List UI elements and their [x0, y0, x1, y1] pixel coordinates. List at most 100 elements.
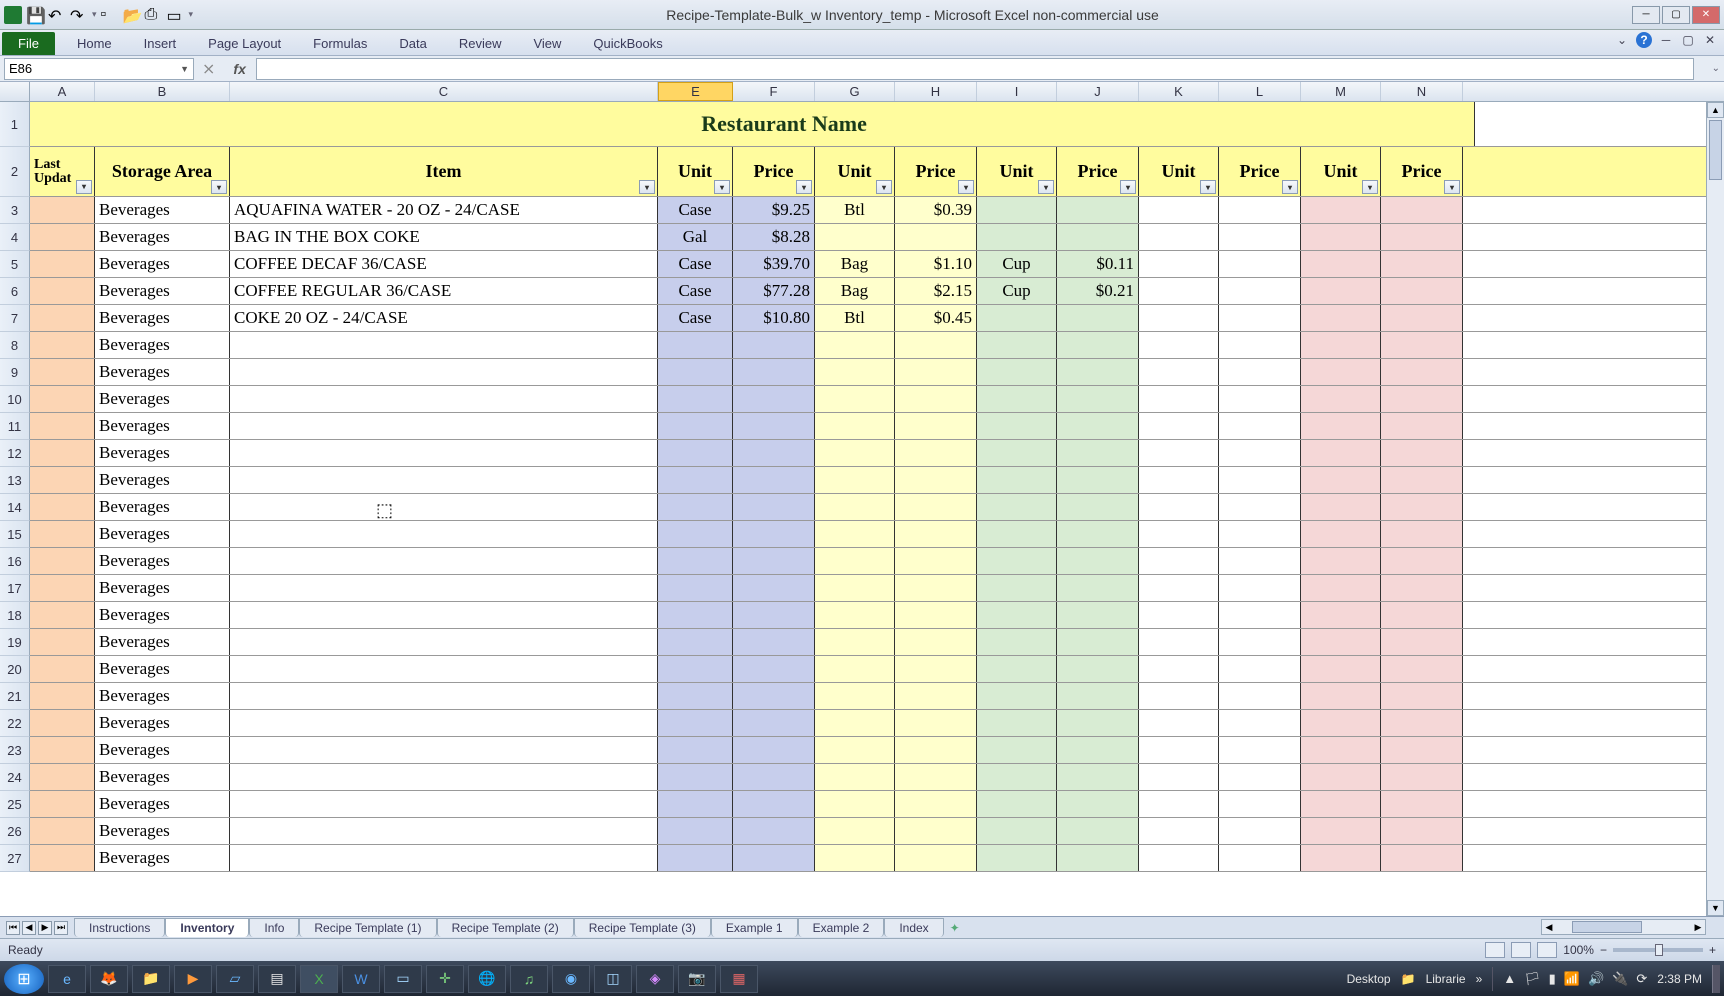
cell-unit2[interactable] [815, 440, 895, 466]
cell-unit4[interactable] [1139, 332, 1219, 358]
doc-icon[interactable]: ▭ [167, 6, 185, 24]
taskbar-app3-icon[interactable]: ✛ [426, 965, 464, 993]
cell-unit3[interactable] [977, 737, 1057, 763]
row-header[interactable]: 22 [0, 710, 30, 737]
cell-price1[interactable] [733, 386, 815, 412]
cell-last-update[interactable] [30, 467, 95, 493]
taskbar-app5-icon[interactable]: ◫ [594, 965, 632, 993]
chevron-right-icon[interactable]: » [1476, 972, 1483, 986]
col-header-G[interactable]: G [815, 82, 895, 101]
col-header-L[interactable]: L [1219, 82, 1301, 101]
sheet-tab-recipe-template-2-[interactable]: Recipe Template (2) [437, 918, 574, 937]
tab-review[interactable]: Review [443, 32, 518, 55]
cell-unit3[interactable] [977, 575, 1057, 601]
cell-price2[interactable] [895, 710, 977, 736]
cell-unit5[interactable] [1301, 791, 1381, 817]
header-price[interactable]: Price▾ [1219, 147, 1301, 196]
cell-price1[interactable] [733, 548, 815, 574]
open-icon[interactable]: 📂 [123, 6, 141, 24]
cell-item[interactable]: COFFEE REGULAR 36/CASE [230, 278, 658, 304]
cell-price3[interactable] [1057, 575, 1139, 601]
cell-unit4[interactable] [1139, 683, 1219, 709]
cell-price2[interactable] [895, 791, 977, 817]
cell-last-update[interactable] [30, 710, 95, 736]
cell-unit3[interactable] [977, 467, 1057, 493]
cell-item[interactable]: AQUAFINA WATER - 20 OZ - 24/CASE [230, 197, 658, 223]
cell-unit1[interactable]: Case [658, 197, 733, 223]
cell-price5[interactable] [1381, 737, 1463, 763]
cell-unit1[interactable] [658, 575, 733, 601]
cell-price2[interactable]: $0.45 [895, 305, 977, 331]
cell-storage-area[interactable]: Beverages [95, 332, 230, 358]
cell-unit5[interactable] [1301, 278, 1381, 304]
filter-dropdown-icon[interactable]: ▾ [1200, 180, 1216, 194]
select-all-corner[interactable] [0, 82, 30, 101]
header-unit[interactable]: Unit▾ [977, 147, 1057, 196]
cell-price3[interactable] [1057, 305, 1139, 331]
title-cell[interactable] [30, 102, 94, 146]
col-header-C[interactable]: C [230, 82, 658, 101]
cell-unit3[interactable] [977, 413, 1057, 439]
cell-last-update[interactable] [30, 305, 95, 331]
cell-unit5[interactable] [1301, 629, 1381, 655]
row-header[interactable]: 14 [0, 494, 30, 521]
cell-price1[interactable] [733, 845, 815, 871]
vertical-scrollbar[interactable]: ▲ ▼ [1706, 102, 1724, 916]
cell[interactable] [1463, 224, 1715, 250]
cell-price5[interactable] [1381, 359, 1463, 385]
cell-unit3[interactable] [977, 224, 1057, 250]
cell-unit1[interactable] [658, 818, 733, 844]
filter-dropdown-icon[interactable]: ▾ [76, 180, 92, 194]
new-sheet-icon[interactable]: ✦ [950, 921, 960, 935]
cell-unit1[interactable] [658, 359, 733, 385]
cell-last-update[interactable] [30, 386, 95, 412]
cell-storage-area[interactable]: Beverages [95, 386, 230, 412]
cell-price1[interactable] [733, 602, 815, 628]
tray-network-icon[interactable]: ▮ [1549, 971, 1556, 987]
cell[interactable] [1463, 548, 1715, 574]
cell-price2[interactable] [895, 494, 977, 520]
taskbar-ie-icon[interactable]: e [48, 965, 86, 993]
window-minimize-icon[interactable]: ─ [1658, 32, 1674, 48]
tab-insert[interactable]: Insert [128, 32, 193, 55]
sheet-tab-instructions[interactable]: Instructions [74, 918, 165, 937]
tray-flag-icon[interactable]: 🏳 [1524, 971, 1541, 987]
cell-unit1[interactable] [658, 332, 733, 358]
cell-unit4[interactable] [1139, 629, 1219, 655]
header-unit[interactable]: Unit▾ [1139, 147, 1219, 196]
zoom-out-icon[interactable]: − [1600, 943, 1607, 957]
cell-storage-area[interactable]: Beverages [95, 224, 230, 250]
cell-price5[interactable] [1381, 440, 1463, 466]
cell-price3[interactable] [1057, 224, 1139, 250]
cell-last-update[interactable] [30, 278, 95, 304]
cell-unit2[interactable] [815, 710, 895, 736]
cell-unit4[interactable] [1139, 197, 1219, 223]
cell-price4[interactable] [1219, 845, 1301, 871]
row-header[interactable]: 16 [0, 548, 30, 575]
cell-storage-area[interactable]: Beverages [95, 197, 230, 223]
cell-price3[interactable] [1057, 602, 1139, 628]
cell-price3[interactable] [1057, 494, 1139, 520]
cell-last-update[interactable] [30, 575, 95, 601]
cell-item[interactable] [230, 440, 658, 466]
cell[interactable] [1463, 494, 1715, 520]
cell-unit5[interactable] [1301, 413, 1381, 439]
cell-unit3[interactable] [977, 629, 1057, 655]
cell[interactable] [1463, 683, 1715, 709]
taskbar-word-icon[interactable]: W [342, 965, 380, 993]
cell-last-update[interactable] [30, 197, 95, 223]
cell-unit1[interactable] [658, 413, 733, 439]
cell-unit2[interactable]: Bag [815, 278, 895, 304]
cell-unit2[interactable] [815, 386, 895, 412]
cell-unit2[interactable]: Bag [815, 251, 895, 277]
cell-price5[interactable] [1381, 548, 1463, 574]
row-header[interactable]: 9 [0, 359, 30, 386]
cell-price5[interactable] [1381, 656, 1463, 682]
cell-unit4[interactable] [1139, 305, 1219, 331]
sheet-tab-recipe-template-3-[interactable]: Recipe Template (3) [574, 918, 711, 937]
col-header-K[interactable]: K [1139, 82, 1219, 101]
cell-last-update[interactable] [30, 737, 95, 763]
cell-price3[interactable] [1057, 791, 1139, 817]
cell-storage-area[interactable]: Beverages [95, 467, 230, 493]
cell-price3[interactable] [1057, 818, 1139, 844]
